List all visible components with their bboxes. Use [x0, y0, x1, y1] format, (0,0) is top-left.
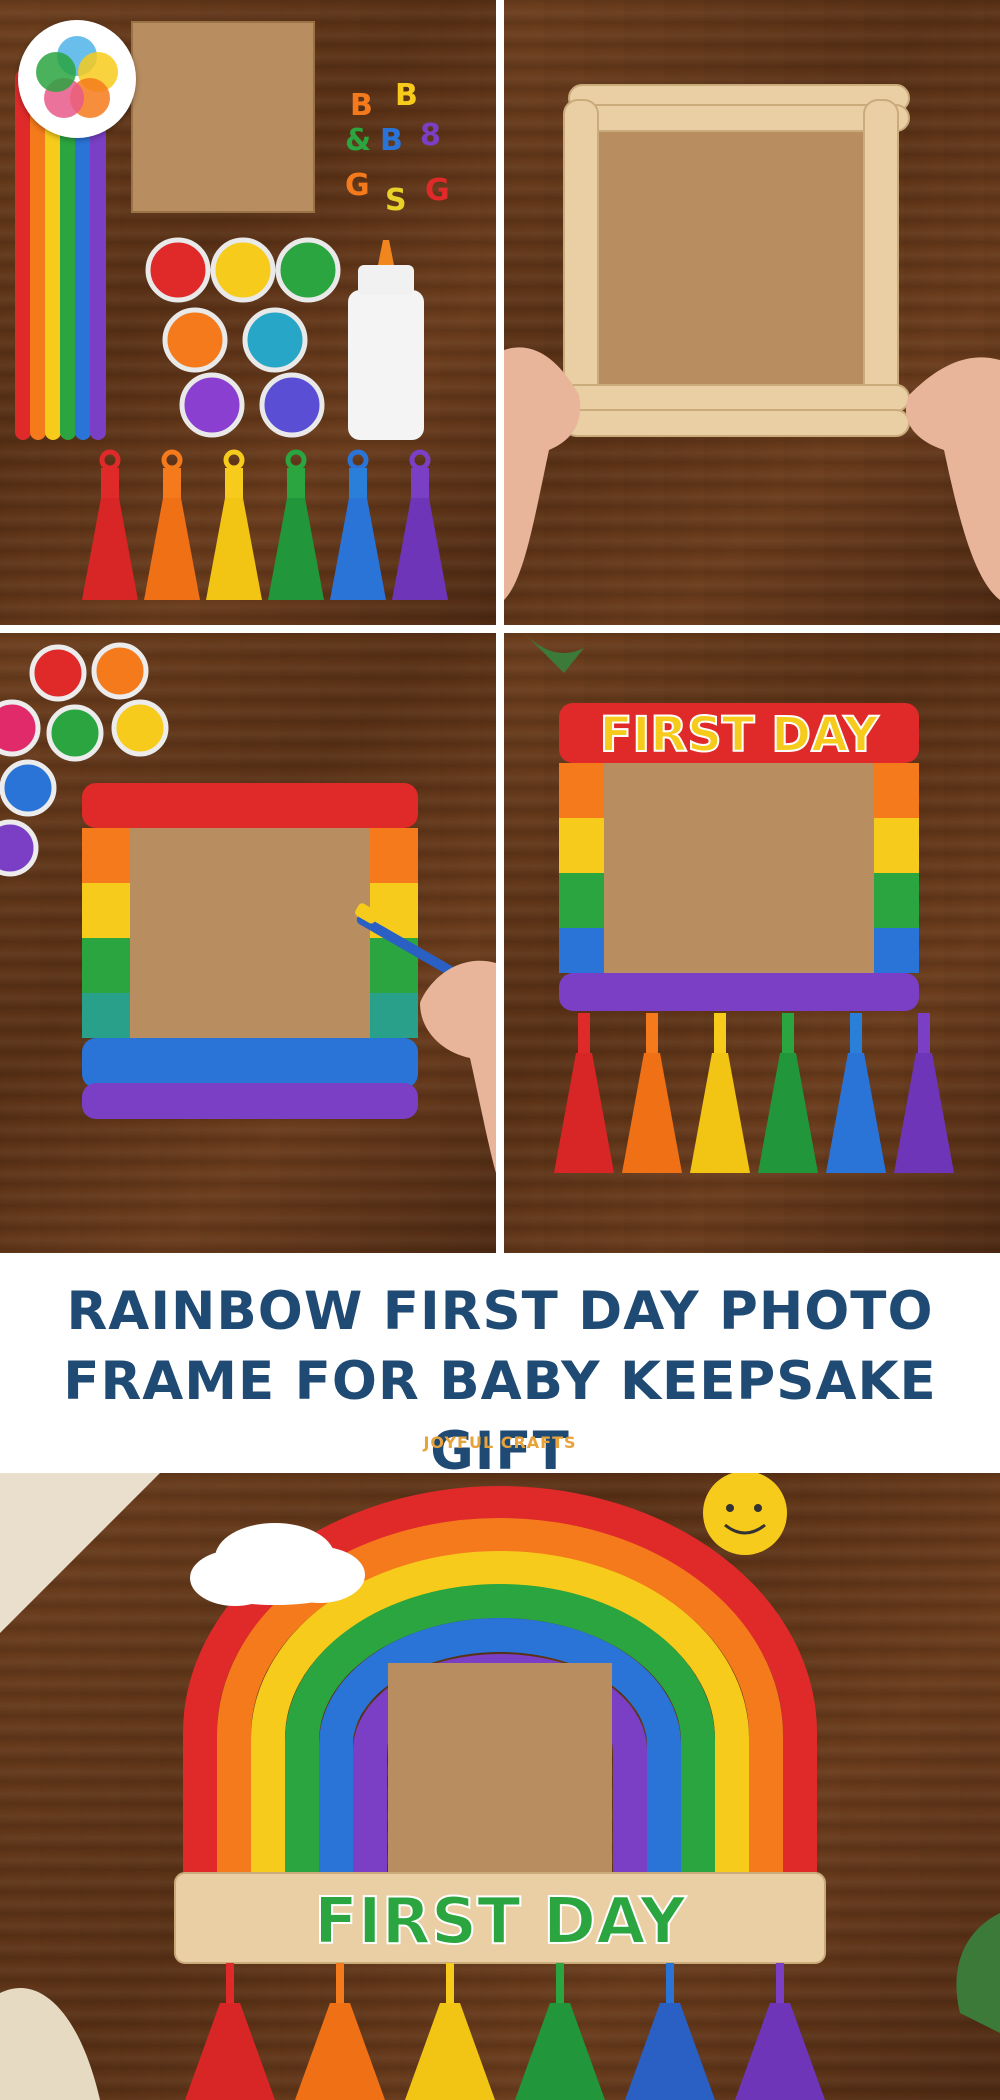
brand-name: JOYFUL CRAFTS — [423, 1433, 577, 1452]
rainbow-arch-frame-illustration: FIRST DAY — [0, 1473, 1000, 2100]
flower-logo-icon — [36, 36, 118, 118]
page-title-line-1: RAINBOW FIRST DAY PHOTO — [66, 1281, 934, 1342]
first-day-frame-illustration: FIRST DAY — [524, 633, 954, 1173]
brand-logo-badge — [18, 20, 136, 138]
leaf-decoration — [956, 1913, 1000, 2033]
yarn-tassels — [82, 449, 448, 600]
svg-text:B: B — [350, 88, 373, 123]
cardboard-square — [131, 21, 315, 213]
svg-text:G: G — [345, 168, 370, 203]
sun-decoration — [703, 1473, 787, 1555]
final-rainbow-frame-photo: FIRST DAY — [0, 1473, 1000, 2100]
macrame-decoration — [0, 1473, 160, 1633]
paint-pots — [145, 237, 341, 438]
photo-window — [388, 1663, 612, 1883]
hanging-tassels — [185, 1963, 825, 2100]
svg-text:&: & — [345, 123, 371, 158]
page-title-line-2: FRAME FOR BABY KEEPSAKE GIFT — [63, 1351, 937, 1482]
leaf-decoration — [524, 633, 584, 673]
svg-text:G: G — [425, 173, 450, 208]
cardboard-backing — [130, 798, 370, 1038]
plain-stick-frame-illustration — [504, 84, 1000, 600]
cardboard-backing — [579, 110, 889, 410]
first-day-letters: FIRST DAY — [600, 707, 880, 763]
svg-text:B: B — [380, 123, 403, 158]
first-day-letters: FIRST DAY — [314, 1885, 686, 1959]
supplies-photo: B B & B 8 G S G — [0, 0, 496, 625]
rope-decoration — [0, 1987, 100, 2100]
painted-frame-illustration — [0, 642, 496, 1173]
assembly-photo — [504, 0, 1000, 625]
title-banner: RAINBOW FIRST DAY PHOTO FRAME FOR BABY K… — [0, 1253, 1000, 1482]
foam-letters: B B & B 8 G S G — [345, 78, 450, 218]
painting-photo — [0, 633, 496, 1253]
svg-text:8: 8 — [420, 118, 441, 153]
svg-text:B: B — [395, 78, 418, 113]
finished-frame-photo: FIRST DAY — [504, 633, 1000, 1253]
svg-text:S: S — [385, 183, 407, 218]
hanging-tassels — [554, 1013, 954, 1173]
cardboard-backing — [604, 733, 874, 973]
glue-bottle — [348, 240, 424, 440]
